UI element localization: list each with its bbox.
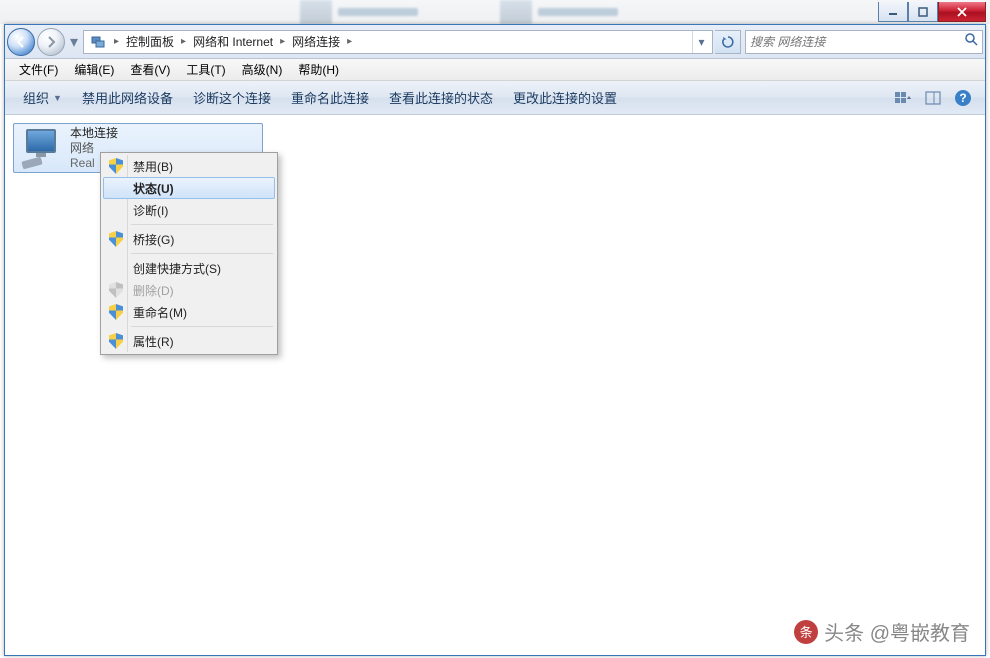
ctx-separator <box>131 253 273 254</box>
search-icon[interactable] <box>964 32 978 51</box>
command-bar: 组织▼ 禁用此网络设备 诊断这个连接 重命名此连接 查看此连接的状态 更改此连接… <box>5 81 985 115</box>
context-menu: 禁用(B) 状态(U) 诊断(I) 桥接(G) 创建快捷方式(S) 删除(D) … <box>100 152 278 355</box>
preview-pane-button[interactable] <box>919 86 947 110</box>
menu-file[interactable]: 文件(F) <box>11 59 66 80</box>
shield-icon <box>109 231 125 247</box>
ctx-separator <box>131 224 273 225</box>
menu-edit[interactable]: 编辑(E) <box>66 59 122 80</box>
disable-device-button[interactable]: 禁用此网络设备 <box>72 84 183 111</box>
svg-text:?: ? <box>959 91 966 105</box>
menu-tools[interactable]: 工具(T) <box>178 59 233 80</box>
close-button[interactable] <box>938 2 986 22</box>
rename-connection-button[interactable]: 重命名此连接 <box>281 84 379 111</box>
breadcrumb-chevron[interactable]: ▸ <box>276 36 289 47</box>
watermark: 头条 @粤嵌教育 <box>794 617 970 646</box>
diagnose-connection-button[interactable]: 诊断这个连接 <box>183 84 281 111</box>
connection-name: 本地连接 <box>70 126 118 141</box>
back-button[interactable] <box>7 28 35 56</box>
menu-view[interactable]: 查看(V) <box>122 59 178 80</box>
navigation-bar: ▾ ▸ 控制面板 ▸ 网络和 Internet ▸ 网络连接 ▸ ▾ <box>5 25 985 59</box>
ctx-bridge[interactable]: 桥接(G) <box>103 228 275 250</box>
view-options-button[interactable] <box>889 86 917 110</box>
breadcrumb-chevron[interactable]: ▸ <box>177 36 190 47</box>
shield-icon <box>109 304 125 320</box>
background-blur <box>0 0 990 24</box>
search-input[interactable] <box>750 35 964 49</box>
shield-icon <box>109 158 125 174</box>
menu-advanced[interactable]: 高级(N) <box>234 59 291 80</box>
ctx-properties[interactable]: 属性(R) <box>103 330 275 352</box>
refresh-button[interactable] <box>715 30 741 54</box>
history-dropdown[interactable]: ▾ <box>67 31 81 53</box>
breadcrumb-control-panel[interactable]: 控制面板 <box>123 33 177 50</box>
maximize-button[interactable] <box>908 2 938 22</box>
shield-icon <box>109 333 125 349</box>
forward-button[interactable] <box>37 28 65 56</box>
ctx-delete: 删除(D) <box>103 279 275 301</box>
window-controls <box>878 2 986 22</box>
view-status-button[interactable]: 查看此连接的状态 <box>379 84 503 111</box>
ctx-create-shortcut[interactable]: 创建快捷方式(S) <box>103 257 275 279</box>
search-box[interactable] <box>745 30 983 54</box>
help-button[interactable]: ? <box>949 86 977 110</box>
ctx-diagnose[interactable]: 诊断(I) <box>103 199 275 221</box>
address-bar[interactable]: ▸ 控制面板 ▸ 网络和 Internet ▸ 网络连接 ▸ ▾ <box>83 30 713 54</box>
organize-button[interactable]: 组织▼ <box>13 84 72 111</box>
address-dropdown[interactable]: ▾ <box>692 31 710 53</box>
ctx-disable[interactable]: 禁用(B) <box>103 155 275 177</box>
ctx-rename[interactable]: 重命名(M) <box>103 301 275 323</box>
minimize-button[interactable] <box>878 2 908 22</box>
network-connections-icon <box>89 33 107 51</box>
network-adapter-icon <box>20 127 62 169</box>
ctx-status[interactable]: 状态(U) <box>103 177 275 199</box>
change-settings-button[interactable]: 更改此连接的设置 <box>503 84 627 111</box>
watermark-icon <box>794 620 818 644</box>
breadcrumb-network-connections[interactable]: 网络连接 <box>289 33 343 50</box>
ctx-separator <box>131 326 273 327</box>
menu-bar: 文件(F) 编辑(E) 查看(V) 工具(T) 高级(N) 帮助(H) <box>5 59 985 81</box>
watermark-text: 头条 @粤嵌教育 <box>824 617 970 646</box>
breadcrumb-chevron[interactable]: ▸ <box>110 36 123 47</box>
menu-help[interactable]: 帮助(H) <box>290 59 347 80</box>
breadcrumb-network-internet[interactable]: 网络和 Internet <box>190 33 276 50</box>
shield-icon <box>109 282 125 298</box>
breadcrumb-chevron[interactable]: ▸ <box>343 36 356 47</box>
